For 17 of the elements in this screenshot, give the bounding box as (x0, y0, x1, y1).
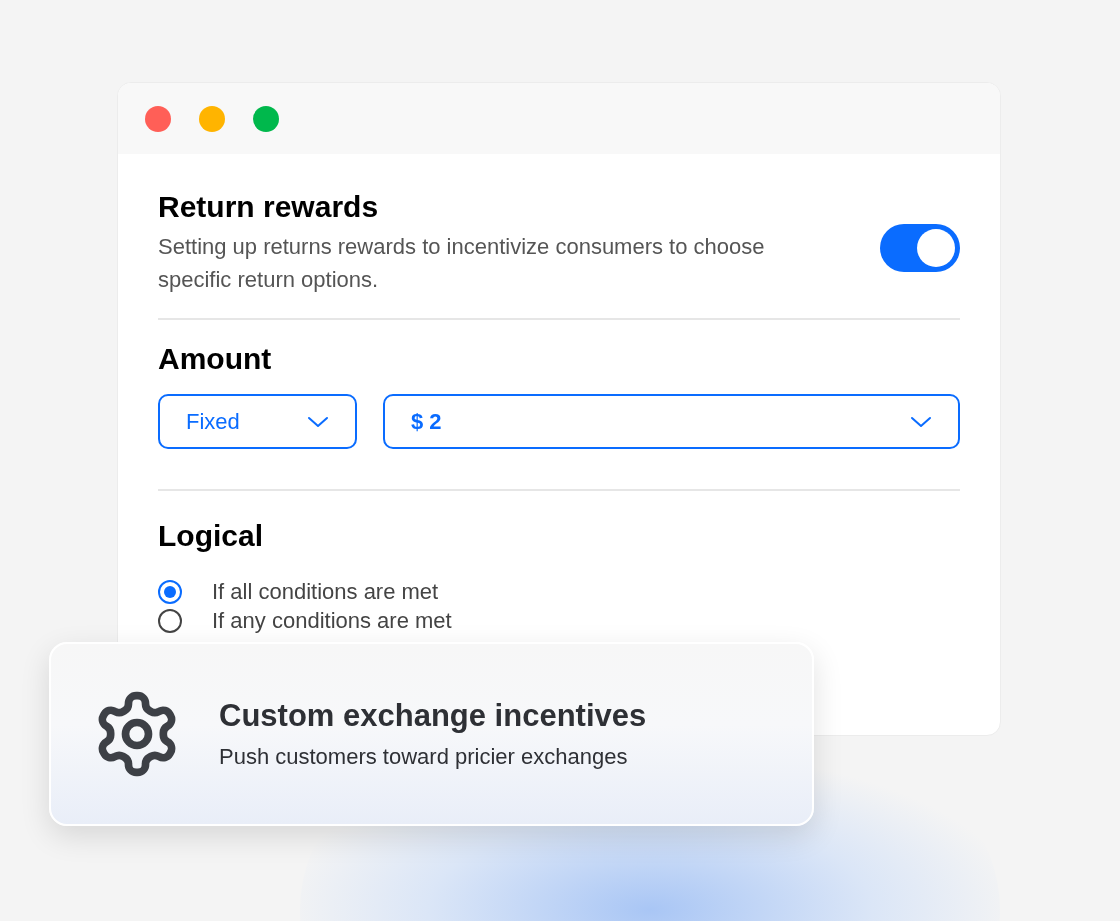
section-description: Setting up returns rewards to incentivize consumers to choose specific return options. (158, 233, 766, 294)
card-subtitle: Push customers toward pricier exchanges (219, 743, 629, 771)
radio-button[interactable] (158, 608, 182, 633)
radio-button[interactable] (158, 579, 182, 604)
window-control-button[interactable] (145, 105, 171, 132)
radio-option[interactable]: If any conditions are met (158, 606, 452, 635)
chevron-down-icon (910, 415, 932, 428)
window-control-button[interactable] (253, 105, 279, 132)
amount-dropdown[interactable]: $ 2 (383, 394, 960, 449)
chevron-down-icon (307, 415, 329, 428)
card-title: Custom exchange incentives (219, 697, 647, 735)
section-title: Logical (158, 518, 264, 554)
section-title: Amount (158, 341, 273, 377)
type-dropdown[interactable]: Fixed (158, 394, 357, 449)
radio-option[interactable]: If all conditions are met (158, 577, 439, 606)
toggle-switch[interactable] (880, 224, 960, 272)
section-title: Return rewards (158, 189, 380, 225)
